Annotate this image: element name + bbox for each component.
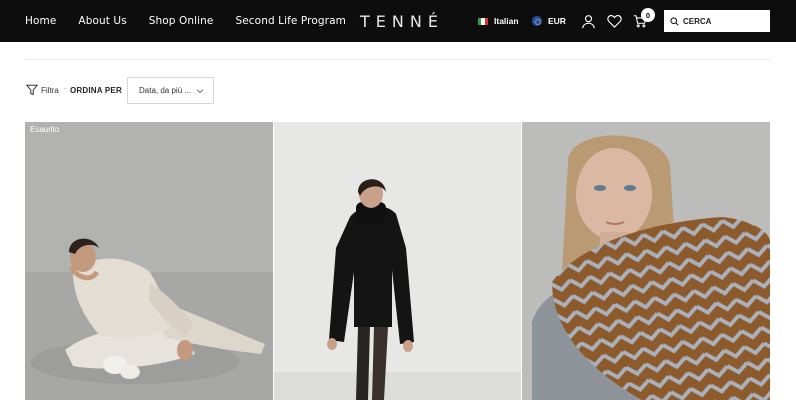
product-card[interactable] (274, 122, 521, 400)
product-image (25, 122, 273, 400)
heart-icon (606, 14, 622, 28)
filter-label: Filtra (41, 85, 59, 95)
search-input[interactable] (683, 16, 767, 26)
sort-value: Data, da più ... (139, 86, 192, 95)
wishlist-button[interactable] (604, 11, 624, 31)
chevron-down-icon (196, 89, 204, 94)
product-grid: Esaurito (25, 122, 770, 400)
product-card[interactable]: Esaurito (25, 122, 273, 400)
sort-select[interactable]: Data, da più ... (127, 77, 214, 104)
brand-logo[interactable]: TENNÉ (360, 0, 444, 42)
nav-about-us[interactable]: About Us (78, 15, 126, 27)
cart-count-badge: 0 (641, 8, 655, 22)
sort-label: ORDINA PER (70, 86, 122, 95)
search-box (664, 10, 770, 32)
filter-button[interactable]: Filtra (26, 84, 59, 96)
content-divider (25, 59, 770, 60)
italy-flag-icon (478, 17, 488, 25)
search-icon[interactable] (670, 16, 679, 26)
product-image (522, 122, 770, 400)
language-selector[interactable]: Italian (478, 0, 519, 42)
currency-selector[interactable]: EUR (532, 0, 566, 42)
funnel-icon (26, 84, 38, 96)
sold-out-badge: Esaurito (30, 125, 60, 134)
language-label: Italian (494, 16, 519, 26)
nav-second-life-program[interactable]: Second Life Program (235, 15, 345, 27)
account-button[interactable] (578, 11, 598, 31)
eu-flag-icon (532, 16, 542, 26)
main-nav: Home About Us Shop Online Second Life Pr… (25, 0, 346, 42)
currency-label: EUR (548, 16, 566, 26)
nav-home[interactable]: Home (25, 15, 56, 27)
toolbar-separator: - (64, 84, 67, 93)
nav-shop-online[interactable]: Shop Online (149, 15, 214, 27)
site-header: Home About Us Shop Online Second Life Pr… (0, 0, 796, 42)
product-card[interactable] (522, 122, 770, 400)
user-icon (581, 14, 595, 28)
product-image (274, 122, 521, 400)
